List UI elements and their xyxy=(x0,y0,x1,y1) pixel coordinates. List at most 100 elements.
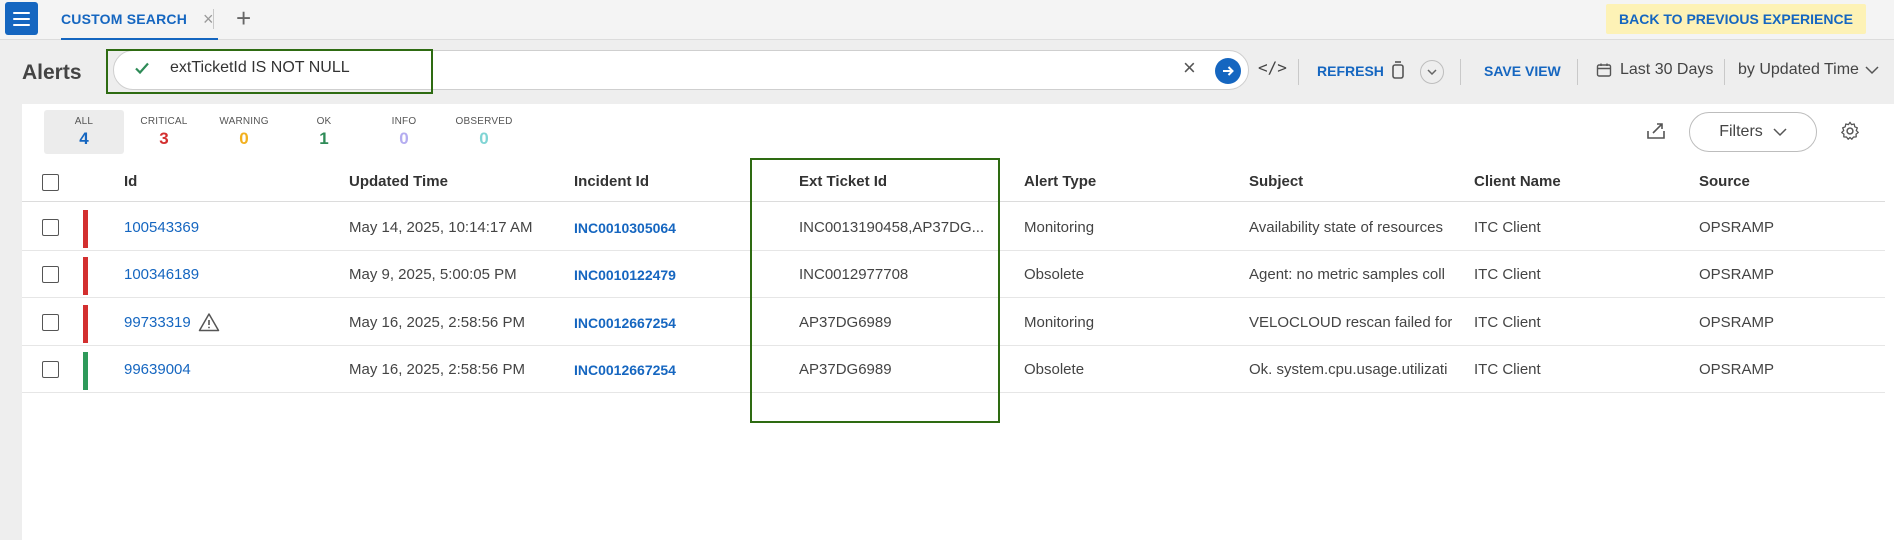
severity-filter-ok[interactable]: OK 1 xyxy=(284,110,364,154)
table-row[interactable]: 100543369 May 14, 2025, 10:14:17 AM INC001… xyxy=(22,204,1885,251)
client-name-cell: ITC Client xyxy=(1474,219,1541,236)
alert-type-cell: Monitoring xyxy=(1024,219,1095,236)
client-name-cell: ITC Client xyxy=(1474,361,1541,378)
incident-id-link[interactable]: INC0012667254 xyxy=(574,315,676,331)
chevron-down-icon xyxy=(1773,127,1787,136)
row-checkbox[interactable] xyxy=(42,361,59,378)
ext-ticket-id-cell: AP37DG6989 xyxy=(799,361,892,378)
source-cell: OPSRAMP xyxy=(1699,361,1775,378)
filters-button[interactable]: Filters xyxy=(1689,112,1817,152)
menu-icon xyxy=(13,11,30,26)
filters-label: Filters xyxy=(1719,123,1763,140)
subject-cell: Agent: no metric samples coll xyxy=(1249,266,1445,283)
refresh-button[interactable]: REFRESH xyxy=(1317,63,1384,79)
tab-label: CUSTOM SEARCH xyxy=(61,11,188,27)
updated-time-cell: May 9, 2025, 5:00:05 PM xyxy=(349,266,517,283)
severity-filter-warning[interactable]: WARNING 0 xyxy=(204,110,284,154)
severity-filter-critical[interactable]: CRITICAL 3 xyxy=(124,110,204,154)
severity-count: 0 xyxy=(479,129,489,148)
severity-count: 3 xyxy=(159,129,169,148)
hamburger-menu-button[interactable] xyxy=(5,2,38,35)
back-to-previous-experience-button[interactable]: BACK TO PREVIOUS EXPERIENCE xyxy=(1606,4,1866,34)
code-view-icon[interactable]: </> xyxy=(1258,58,1287,77)
sort-by-dropdown[interactable]: by Updated Time xyxy=(1738,61,1879,79)
chevron-down-icon xyxy=(1427,69,1437,75)
source-cell: OPSRAMP xyxy=(1699,314,1775,331)
table-row[interactable]: 100346189 May 9, 2025, 5:00:05 PM INC00101… xyxy=(22,251,1885,298)
export-icon[interactable] xyxy=(1645,121,1667,141)
query-text[interactable]: extTicketId IS NOT NULL xyxy=(170,59,350,77)
severity-count: 1 xyxy=(319,129,329,148)
alert-id-link[interactable]: 100543369 xyxy=(124,219,199,236)
severity-count: 0 xyxy=(239,129,249,148)
tab-custom-search[interactable]: CUSTOM SEARCH × xyxy=(61,0,218,40)
row-checkbox[interactable] xyxy=(42,314,59,331)
severity-count: 4 xyxy=(79,129,89,148)
row-checkbox[interactable] xyxy=(42,266,59,283)
ext-ticket-id-cell: INC0013190458,AP37DG... xyxy=(799,219,985,236)
add-tab-icon[interactable]: + xyxy=(236,4,251,32)
client-name-cell: ITC Client xyxy=(1474,314,1541,331)
severity-label: WARNING xyxy=(219,116,269,127)
updated-time-cell: May 16, 2025, 2:58:56 PM xyxy=(349,361,525,378)
column-header-ext-ticket-id[interactable]: Ext Ticket Id xyxy=(799,173,887,190)
calendar-icon xyxy=(1596,63,1612,77)
column-header-updated-time[interactable]: Updated Time xyxy=(349,173,448,190)
close-icon[interactable]: × xyxy=(203,10,214,28)
severity-filter-observed[interactable]: OBSERVED 0 xyxy=(444,110,524,154)
subject-cell: Availability state of resources xyxy=(1249,219,1443,236)
alert-id-link[interactable]: 99639004 xyxy=(124,361,191,378)
top-bar: CUSTOM SEARCH × + BACK TO PREVIOUS EXPER… xyxy=(0,0,1894,40)
severity-indicator xyxy=(83,210,88,248)
warning-icon xyxy=(198,313,220,332)
date-range-label: Last 30 Days xyxy=(1620,61,1714,78)
client-name-cell: ITC Client xyxy=(1474,266,1541,283)
save-view-button[interactable]: SAVE VIEW xyxy=(1484,63,1561,79)
clear-icon[interactable]: × xyxy=(1183,57,1196,79)
severity-filter-all[interactable]: ALL 4 xyxy=(44,110,124,154)
date-range-selector[interactable]: Last 30 Days xyxy=(1596,61,1713,79)
chevron-down-icon xyxy=(1865,65,1879,74)
divider xyxy=(1577,59,1578,85)
page-title: Alerts xyxy=(22,61,82,84)
refresh-options-dropdown[interactable] xyxy=(1420,60,1444,84)
alert-id-link[interactable]: 100346189 xyxy=(124,266,199,283)
table-row[interactable]: 99639004 May 16, 2025, 2:58:56 PM INC00126… xyxy=(22,346,1885,393)
divider xyxy=(1460,59,1461,85)
severity-filter-info[interactable]: INFO 0 xyxy=(364,110,444,154)
severity-label: OBSERVED xyxy=(455,116,513,127)
column-header-subject[interactable]: Subject xyxy=(1249,173,1303,190)
severity-indicator xyxy=(83,257,88,295)
timer-icon[interactable] xyxy=(1390,60,1406,80)
incident-id-link[interactable]: INC0010305064 xyxy=(574,220,676,236)
alert-type-cell: Obsolete xyxy=(1024,266,1085,283)
subject-cell: VELOCLOUD rescan failed for xyxy=(1249,314,1452,331)
divider xyxy=(1724,59,1725,85)
row-checkbox[interactable] xyxy=(42,219,59,236)
column-header-source[interactable]: Source xyxy=(1699,173,1750,190)
alert-id-link[interactable]: 99733319 xyxy=(124,314,191,331)
gear-icon[interactable] xyxy=(1839,120,1861,142)
column-header-id[interactable]: Id xyxy=(124,173,137,190)
column-header-incident-id[interactable]: Incident Id xyxy=(574,173,649,190)
select-all-checkbox[interactable] xyxy=(42,174,59,191)
incident-id-link[interactable]: INC0010122479 xyxy=(574,267,676,283)
alert-type-cell: Monitoring xyxy=(1024,314,1095,331)
ext-ticket-id-cell: AP37DG6989 xyxy=(799,314,892,331)
sort-by-label: by Updated Time xyxy=(1738,61,1859,78)
updated-time-cell: May 14, 2025, 10:14:17 AM xyxy=(349,219,533,236)
column-header-client-name[interactable]: Client Name xyxy=(1474,173,1561,190)
divider xyxy=(213,9,214,29)
alert-type-cell: Obsolete xyxy=(1024,361,1085,378)
ext-ticket-id-cell: INC0012977708 xyxy=(799,266,909,283)
incident-id-link[interactable]: INC0012667254 xyxy=(574,362,676,378)
column-header-alert-type[interactable]: Alert Type xyxy=(1024,173,1096,190)
severity-label: INFO xyxy=(391,116,417,127)
severity-count: 0 xyxy=(399,129,409,148)
run-search-button[interactable] xyxy=(1215,58,1241,84)
source-cell: OPSRAMP xyxy=(1699,219,1775,236)
table-row[interactable]: 99733319 May 16, 2025, 2:58:56 PM INC00126… xyxy=(22,299,1885,346)
severity-indicator xyxy=(83,352,88,390)
severity-label: ALL xyxy=(74,116,94,127)
subject-cell: Ok. system.cpu.usage.utilizati xyxy=(1249,361,1448,378)
